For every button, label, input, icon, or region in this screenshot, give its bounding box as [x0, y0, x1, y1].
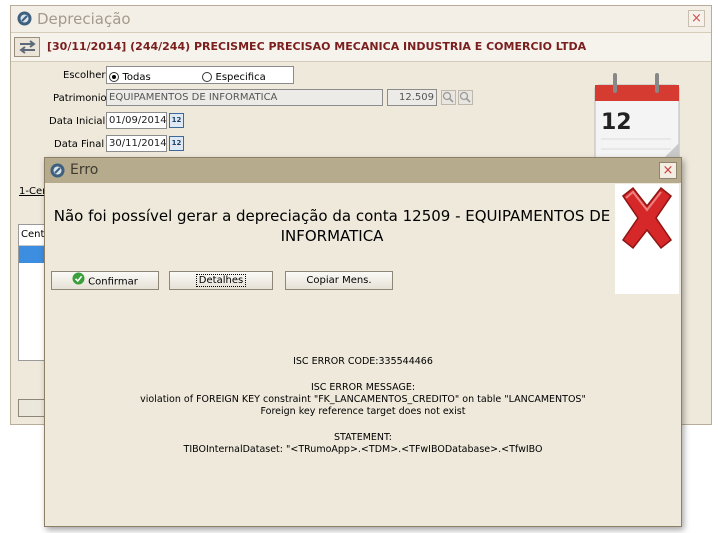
data-inicial-field[interactable]: 01/09/2014: [106, 112, 167, 129]
error-dialog: Erro × Não foi possível gerar a deprecia…: [44, 157, 682, 527]
app-icon: [50, 163, 65, 181]
patrimonio-search-button[interactable]: [441, 90, 456, 105]
copy-message-button[interactable]: Copiar Mens.: [285, 271, 393, 290]
radio-especifica-indicator: [202, 72, 212, 82]
patrimonio-label: Patrimonio: [53, 93, 107, 104]
radio-todas-label: Todas: [122, 72, 151, 83]
company-header: [30/11/2014] (244/244) PRECISMEC PRECISA…: [11, 32, 711, 62]
app-icon: [17, 11, 32, 26]
error-dialog-title: Erro: [70, 162, 99, 178]
escolher-radio-group: Todas Especifica: [106, 66, 294, 84]
error-titlebar: Erro ×: [45, 158, 681, 183]
close-button[interactable]: ×: [688, 10, 705, 27]
radio-todas[interactable]: Todas: [109, 70, 151, 83]
error-x-icon: [617, 186, 677, 253]
copy-button-label: Copiar Mens.: [306, 275, 372, 286]
patrimonio-search-button-2[interactable]: [458, 90, 473, 105]
confirm-button-label: Confirmar: [88, 276, 138, 288]
search-icon: [459, 91, 472, 107]
data-final-field[interactable]: 30/11/2014: [106, 135, 167, 152]
statement-line: TIBOInternalDataset: "<TRumoApp>.<TDM>.<…: [183, 444, 543, 455]
isc-error-message-title: ISC ERROR MESSAGE:: [310, 382, 416, 393]
grid-header-label: Cent: [21, 229, 45, 240]
details-button-label: Detalhes: [195, 274, 247, 287]
patrimonio-field[interactable]: EQUIPAMENTOS DE INFORMATICA: [106, 89, 383, 106]
window-title: Depreciação: [37, 10, 131, 28]
calendar-icon[interactable]: 12: [169, 136, 184, 151]
grid-selected-row[interactable]: [19, 246, 47, 263]
isc-error-message-line1: violation of FOREIGN KEY constraint "FK_…: [140, 394, 586, 405]
calendar-graphic-icon: 12: [591, 69, 701, 164]
details-button[interactable]: Detalhes: [169, 271, 273, 290]
data-inicial-label: Data Inicial: [49, 116, 106, 127]
tab-centro[interactable]: 1-Cer: [19, 186, 46, 197]
error-message: Não foi possível gerar a depreciação da …: [53, 207, 611, 245]
arrows-nav-button[interactable]: [14, 37, 40, 57]
calendar-graphic-day: 12: [601, 110, 632, 135]
search-icon: [442, 91, 455, 107]
check-icon: [72, 272, 85, 291]
error-x-panel: [615, 184, 679, 294]
main-titlebar: Depreciação ×: [11, 6, 711, 32]
company-header-text: [30/11/2014] (244/244) PRECISMEC PRECISA…: [47, 40, 587, 53]
error-details: ISC ERROR CODE:335544466 ISC ERROR MESSA…: [45, 356, 681, 456]
confirm-button[interactable]: Confirmar: [51, 271, 159, 290]
radio-especifica-label: Especifica: [215, 72, 266, 83]
statement-title: STATEMENT:: [334, 432, 392, 443]
calendar-icon[interactable]: 12: [169, 113, 184, 128]
isc-error-code: ISC ERROR CODE:335544466: [293, 356, 433, 367]
grid-header: Cent: [19, 225, 47, 246]
escolher-label: Escolher: [63, 70, 106, 81]
patrimonio-code-field[interactable]: 12.509: [387, 89, 437, 106]
close-button[interactable]: ×: [659, 162, 677, 179]
data-final-label: Data Final: [54, 139, 105, 150]
radio-especifica[interactable]: Especifica: [202, 70, 266, 83]
radio-todas-indicator: [109, 72, 119, 82]
isc-error-message-line2: Foreign key reference target does not ex…: [260, 406, 466, 417]
arrows-nav-icon: [18, 40, 37, 57]
